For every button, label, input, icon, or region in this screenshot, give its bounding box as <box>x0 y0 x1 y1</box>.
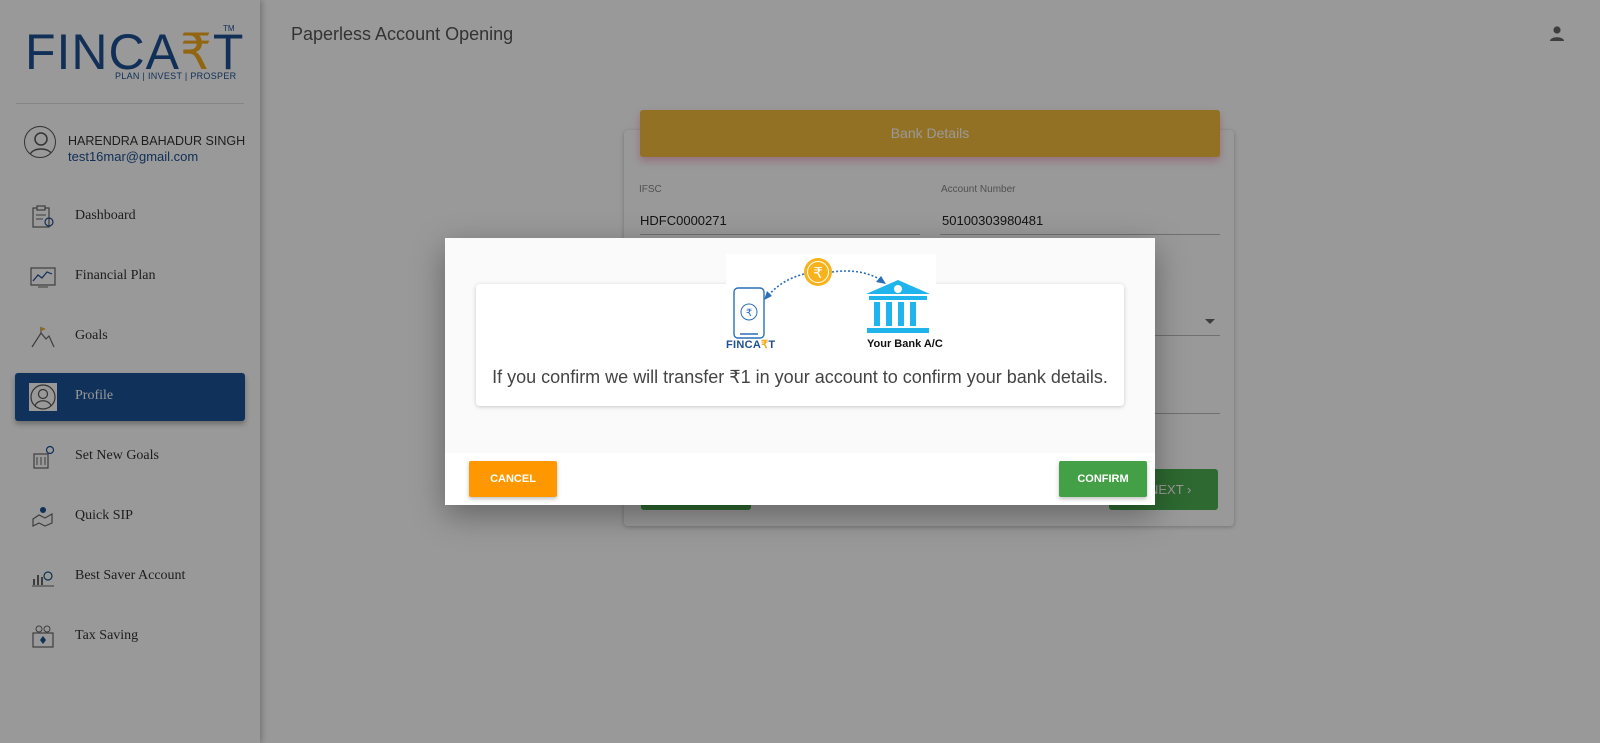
dialog-message: If you confirm we will transfer ₹1 in yo… <box>492 367 1108 387</box>
illustration-fincart-label: FINCA₹T <box>726 339 776 351</box>
confirm-transfer-dialog: ₹ ₹ FINCA₹T Your Bank A/C If you confirm… <box>445 238 1155 505</box>
transfer-illustration: ₹ ₹ FINCA₹T Your Bank A/C <box>726 254 943 352</box>
svg-text:₹: ₹ <box>813 264 823 282</box>
svg-text:₹: ₹ <box>746 308 752 319</box>
confirm-button[interactable]: CONFIRM <box>1059 461 1147 497</box>
cancel-button[interactable]: CANCEL <box>469 461 557 497</box>
illustration-bank-label: Your Bank A/C <box>867 338 943 350</box>
dialog-content: ₹ ₹ FINCA₹T Your Bank A/C If you confirm… <box>476 254 1124 406</box>
